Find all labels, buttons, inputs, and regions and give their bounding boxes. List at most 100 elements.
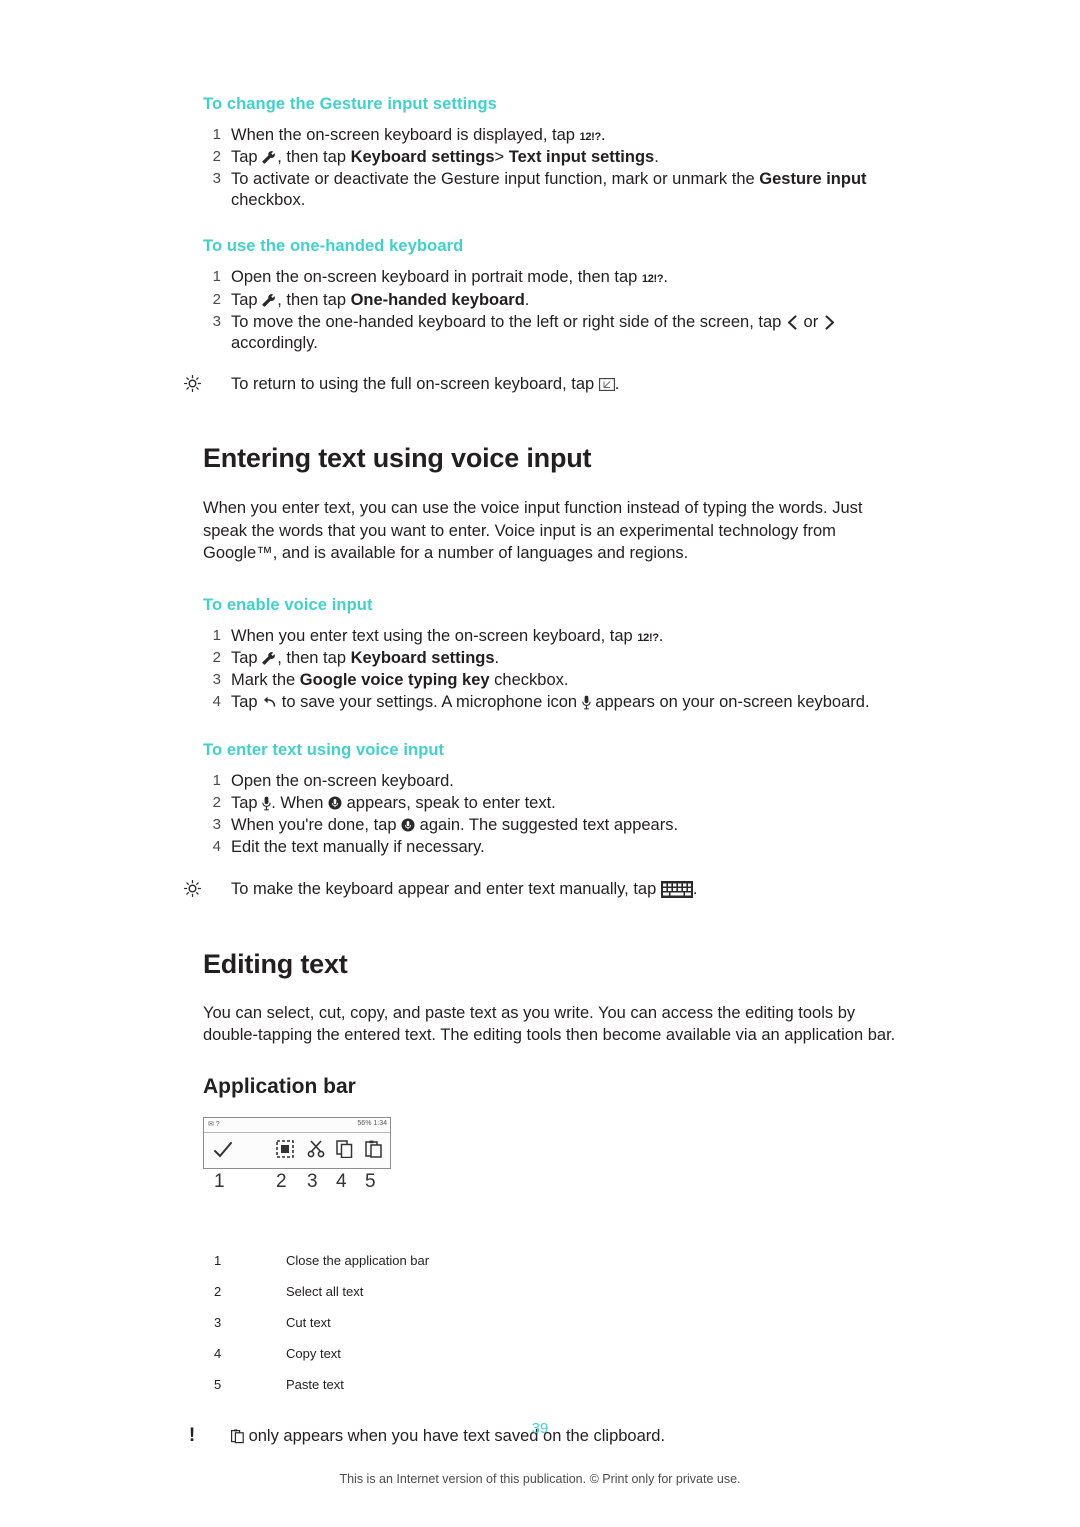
list-item: 1 Open the on-screen keyboard in portrai… bbox=[203, 267, 903, 288]
chevron-right-icon bbox=[823, 315, 836, 330]
list-item: 2 Tap , then tap Keyboard settings. bbox=[203, 648, 903, 669]
tip-text-part: To make the keyboard appear and enter te… bbox=[231, 879, 661, 898]
microphone-icon bbox=[262, 796, 271, 811]
keyboard-icon bbox=[660, 880, 693, 898]
section-heading-enter-voice: To enter text using voice input bbox=[203, 741, 445, 760]
steps-one-handed-keyboard: 1 Open the on-screen keyboard in portrai… bbox=[203, 267, 903, 353]
callout-number: 3 bbox=[307, 1170, 318, 1192]
legend-number: 5 bbox=[214, 1376, 222, 1392]
back-arrow-icon bbox=[262, 694, 277, 708]
keyboard-12-icon: 12!? bbox=[637, 631, 659, 644]
step-number: 1 bbox=[212, 626, 221, 644]
step-number: 4 bbox=[212, 692, 221, 710]
select-all-icon bbox=[274, 1140, 296, 1162]
document-page: To change the Gesture input settings 1 W… bbox=[0, 0, 1080, 1527]
page-title-voice-input: Entering text using voice input bbox=[203, 443, 592, 474]
application-bar-image: ✉ ? 56% 1:34 bbox=[203, 1116, 391, 1170]
figure-legend-table: 1 Close the application bar 2 Select all… bbox=[203, 1245, 429, 1400]
lightbulb-icon bbox=[181, 879, 203, 903]
step-number: 2 bbox=[212, 290, 221, 308]
keyboard-restore-icon bbox=[598, 376, 615, 391]
list-item: 3 To move the one-handed keyboard to the… bbox=[203, 312, 903, 354]
status-bar: ✉ ? 56% 1:34 bbox=[204, 1118, 390, 1133]
tip-text-part: . bbox=[692, 879, 698, 898]
list-item: 3 To activate or deactivate the Gesture … bbox=[203, 169, 903, 211]
tip-manual-keyboard: To make the keyboard appear and enter te… bbox=[183, 879, 903, 900]
application-bar-figure: ✉ ? 56% 1:34 1 2 3 4 5 bbox=[203, 1116, 393, 1197]
application-bar-icons bbox=[204, 1133, 390, 1170]
figure-callouts: 1 2 3 4 5 bbox=[203, 1171, 393, 1197]
wrench-icon bbox=[262, 651, 277, 665]
page-number: 39 bbox=[531, 1420, 549, 1437]
page-footer: This is an Internet version of this publ… bbox=[339, 1472, 741, 1486]
table-row: 4 Copy text bbox=[203, 1338, 429, 1369]
chevron-left-icon bbox=[786, 315, 799, 330]
step-text: Open the on-screen keyboard. bbox=[231, 772, 454, 791]
paragraph-voice-input: When you enter text, you can use the voi… bbox=[203, 499, 863, 563]
step-number: 2 bbox=[212, 148, 221, 166]
section-heading-one-handed-keyboard: To use the one-handed keyboard bbox=[203, 237, 464, 256]
steps-gesture-input: 1 When the on-screen keyboard is display… bbox=[203, 125, 903, 211]
section-heading-gesture-input: To change the Gesture input settings bbox=[203, 95, 497, 113]
page-content: To change the Gesture input settings 1 W… bbox=[183, 95, 903, 1447]
step-number: 3 bbox=[212, 816, 221, 834]
wrench-icon bbox=[262, 151, 277, 164]
keyboard-12-icon: 12!? bbox=[579, 131, 602, 143]
tip-text: To return to using the full on-screen ke… bbox=[231, 374, 620, 393]
list-item: 4 Tap to save your settings. A microphon… bbox=[203, 692, 903, 713]
legend-number: 3 bbox=[214, 1314, 222, 1330]
tip-text: To make the keyboard appear and enter te… bbox=[231, 880, 697, 898]
status-bar-right: 56% 1:34 bbox=[357, 1119, 387, 1127]
list-item: 3 Mark the Google voice typing key check… bbox=[203, 670, 903, 691]
legend-text: Close the application bar bbox=[286, 1252, 430, 1268]
microphone-circle-icon bbox=[328, 795, 342, 810]
legend-text: Copy text bbox=[286, 1345, 341, 1361]
step-number: 4 bbox=[212, 838, 221, 856]
step-number: 1 bbox=[212, 126, 221, 143]
list-item: 1 When the on-screen keyboard is display… bbox=[203, 125, 903, 146]
legend-text: Cut text bbox=[286, 1314, 331, 1330]
legend-text: Paste text bbox=[286, 1376, 344, 1392]
callout-number: 4 bbox=[336, 1170, 347, 1192]
legend-text: Select all text bbox=[286, 1283, 364, 1299]
step-number: 1 bbox=[212, 772, 221, 790]
check-icon bbox=[212, 1140, 234, 1162]
page-title-editing-text: Editing text bbox=[203, 948, 348, 979]
lightbulb-icon bbox=[181, 374, 203, 398]
legend-number: 1 bbox=[214, 1252, 222, 1268]
list-item: 2 Tap . When appears, speak to enter tex… bbox=[203, 793, 903, 814]
microphone-icon bbox=[581, 695, 591, 710]
table-row: 5 Paste text bbox=[203, 1369, 429, 1400]
copy-icon bbox=[334, 1140, 356, 1162]
wrench-icon bbox=[262, 293, 277, 307]
table-row: 3 Cut text bbox=[203, 1307, 429, 1338]
list-item: 2 Tap , then tap Keyboard settings> Text… bbox=[203, 147, 903, 168]
list-item: 1 When you enter text using the on-scree… bbox=[203, 626, 903, 647]
step-number: 3 bbox=[212, 670, 221, 688]
steps-enter-voice: 1 Open the on-screen keyboard. 2 Tap . W… bbox=[203, 771, 903, 858]
list-item: 2 Tap , then tap One-handed keyboard. bbox=[203, 290, 903, 311]
step-number: 2 bbox=[212, 794, 221, 812]
section-heading-enable-voice: To enable voice input bbox=[203, 595, 373, 614]
callout-number: 2 bbox=[276, 1170, 287, 1192]
paste-icon bbox=[363, 1140, 385, 1162]
callout-number: 1 bbox=[214, 1170, 225, 1192]
step-number: 1 bbox=[212, 268, 221, 286]
steps-enable-voice: 1 When you enter text using the on-scree… bbox=[203, 626, 903, 713]
paragraph-editing-text: You can select, cut, copy, and paste tex… bbox=[203, 1003, 896, 1045]
list-item: 4 Edit the text manually if necessary. bbox=[203, 837, 903, 858]
step-number: 3 bbox=[212, 312, 221, 330]
subhead-application-bar: Application bar bbox=[203, 1074, 356, 1098]
legend-number: 2 bbox=[214, 1283, 222, 1299]
table-row: 2 Select all text bbox=[203, 1276, 429, 1307]
step-number: 2 bbox=[212, 648, 221, 666]
status-bar-left: ✉ ? bbox=[208, 1120, 220, 1128]
callout-number: 5 bbox=[365, 1170, 376, 1192]
list-item: 3 When you're done, tap again. The sugge… bbox=[203, 815, 903, 836]
step-number: 3 bbox=[212, 170, 221, 188]
cut-icon bbox=[305, 1140, 327, 1162]
list-item: 1 Open the on-screen keyboard. bbox=[203, 771, 903, 792]
step-text: Edit the text manually if necessary. bbox=[231, 838, 485, 857]
tip-full-keyboard: To return to using the full on-screen ke… bbox=[183, 374, 903, 395]
legend-number: 4 bbox=[214, 1345, 222, 1361]
